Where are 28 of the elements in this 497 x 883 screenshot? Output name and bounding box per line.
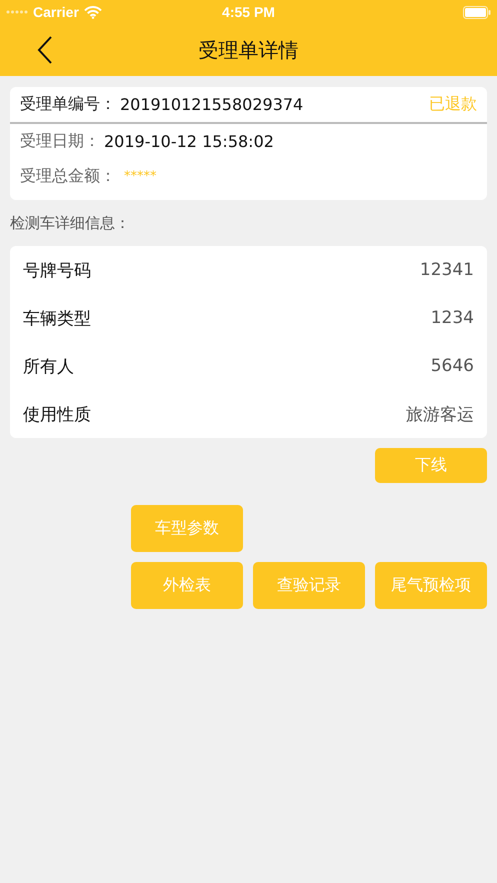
detail-label: 所有人 [23, 356, 74, 378]
order-status: 已退款 [429, 94, 477, 115]
detail-label: 号牌号码 [23, 260, 91, 282]
order-number-label: 受理单编号： [20, 94, 116, 115]
section-title: 检测车详细信息： [9, 213, 131, 232]
date-label: 受理日期： [20, 131, 100, 152]
amount-label: 受理总金额： [20, 166, 116, 187]
back-icon[interactable] [37, 36, 53, 64]
battery-icon [463, 6, 491, 18]
carrier-name: Carrier [33, 4, 79, 20]
wifi-icon [84, 6, 102, 18]
order-amount: ***** [124, 169, 156, 184]
order-date: 2019-10-12 15:58:02 [104, 132, 274, 151]
detail-label: 车辆类型 [23, 308, 91, 330]
detail-value: 5646 [430, 356, 474, 376]
action-button[interactable]: 车型参数 [131, 505, 243, 552]
signal-icon [6, 10, 28, 14]
action-button[interactable]: 外检表 [131, 562, 243, 609]
status-time: 4:55 PM [222, 4, 275, 20]
page-title: 受理单详情 [198, 36, 298, 64]
detail-value: 1234 [430, 308, 474, 328]
order-number: 201910121558029374 [120, 95, 304, 114]
detail-value: 12341 [420, 260, 474, 280]
detail-value: 旅游客运 [406, 404, 474, 426]
action-button[interactable]: 尾气预检项 [375, 562, 487, 609]
action-button[interactable]: 查验记录 [253, 562, 365, 609]
detail-label: 使用性质 [23, 404, 91, 426]
action-button[interactable]: 下线 [375, 448, 487, 483]
